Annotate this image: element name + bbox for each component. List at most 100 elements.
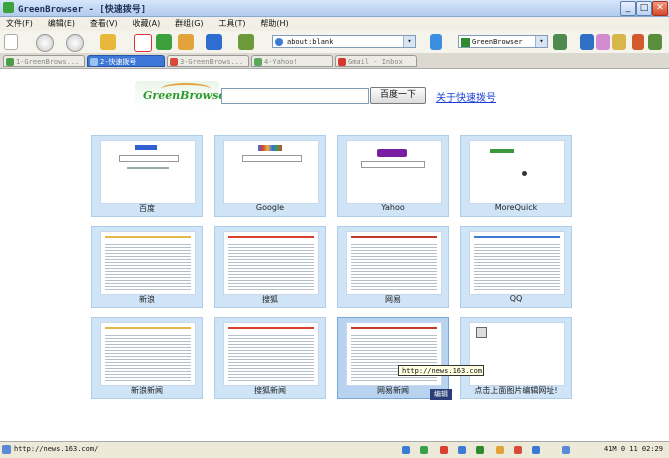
page-icon bbox=[275, 38, 283, 46]
address-value: about:blank bbox=[287, 38, 334, 46]
edit-tile-button[interactable]: 编辑 bbox=[430, 389, 452, 400]
thumb-line bbox=[351, 236, 437, 238]
tab-3[interactable]: 3-GreenBrows... bbox=[167, 55, 249, 67]
highlight-icon[interactable] bbox=[580, 34, 594, 50]
search-dropdown-icon[interactable]: ▾ bbox=[535, 36, 547, 47]
search-engine-field[interactable]: GreenBrowser ▾ bbox=[458, 35, 548, 48]
tab-4[interactable]: 4-Yahoo! bbox=[251, 55, 333, 67]
tile-thumbnail bbox=[223, 231, 319, 295]
forward-icon[interactable] bbox=[66, 34, 84, 52]
tile-thumbnail bbox=[469, 322, 565, 386]
paw-icon[interactable] bbox=[596, 34, 610, 50]
minimize-button[interactable]: _ bbox=[620, 1, 636, 16]
speed-dial-tile-163-news[interactable]: 网易新闻 bbox=[337, 317, 449, 399]
group-icon[interactable] bbox=[238, 34, 254, 50]
undo-close-icon[interactable] bbox=[206, 34, 222, 50]
tab-2[interactable]: 2-快速拨号 bbox=[87, 55, 165, 67]
status-icon-1[interactable] bbox=[402, 446, 410, 454]
refresh-icon[interactable] bbox=[156, 34, 172, 50]
new-page-icon[interactable] bbox=[4, 34, 18, 50]
title-bar: GreenBrowser - [快速拨号] _ □ ✕ bbox=[0, 0, 669, 17]
maximize-button[interactable]: □ bbox=[636, 1, 652, 16]
status-icon-6[interactable] bbox=[496, 446, 504, 454]
thumb-text bbox=[105, 242, 191, 290]
menu-help[interactable]: 帮助(H) bbox=[260, 17, 288, 31]
speed-dial-tile-morequick[interactable]: MoreQuick bbox=[460, 135, 572, 217]
tile-label: QQ bbox=[509, 294, 523, 303]
zoom-icon[interactable] bbox=[562, 446, 570, 454]
search-button[interactable]: 百度一下 bbox=[370, 87, 426, 104]
menu-edit[interactable]: 编辑(E) bbox=[48, 17, 75, 31]
tile-thumbnail bbox=[346, 231, 442, 295]
tab-5[interactable]: Gmail - Inbox bbox=[335, 55, 417, 67]
status-clock: 41M 0 11 02:29 bbox=[603, 445, 663, 453]
speed-dial-tile-163[interactable]: 网易 bbox=[337, 226, 449, 308]
browser-window: GreenBrowser - [快速拨号] _ □ ✕ 文件(F) 编辑(E) … bbox=[0, 0, 669, 458]
pen-icon[interactable] bbox=[632, 34, 644, 50]
tile-label: 新浪新闻 bbox=[131, 386, 163, 395]
about-speed-dial-link[interactable]: 关于快速拨号 bbox=[436, 89, 496, 104]
status-icon-2[interactable] bbox=[420, 446, 428, 454]
thumb-line bbox=[228, 327, 314, 329]
tile-label: Yahoo bbox=[381, 203, 405, 212]
address-dropdown-icon[interactable]: ▾ bbox=[403, 36, 415, 47]
menu-favorites[interactable]: 收藏(A) bbox=[132, 17, 160, 31]
tab-favicon bbox=[170, 58, 178, 66]
home-icon[interactable] bbox=[178, 34, 194, 50]
address-field[interactable]: about:blank ▾ bbox=[272, 35, 416, 48]
speed-dial-tile-google[interactable]: Google bbox=[214, 135, 326, 217]
thumb-logo bbox=[490, 149, 514, 153]
speed-dial-tile-sina[interactable]: 新浪 bbox=[91, 226, 203, 308]
speed-dial-tile-sohu-news[interactable]: 搜狐新闻 bbox=[214, 317, 326, 399]
thumb-line bbox=[105, 236, 191, 238]
tab-label: 3-GreenBrows... bbox=[180, 58, 244, 66]
thumb-text bbox=[474, 242, 560, 290]
tile-label: MoreQuick bbox=[494, 203, 538, 212]
greenbrowser-logo: GreenBrowser bbox=[135, 81, 231, 107]
thumb-search bbox=[361, 161, 425, 168]
close-button[interactable]: ✕ bbox=[652, 1, 668, 16]
tab-favicon bbox=[90, 58, 98, 66]
up-folder-icon[interactable] bbox=[100, 34, 116, 50]
speed-dial-tile-sina-news[interactable]: 新浪新闻 bbox=[91, 317, 203, 399]
go-icon[interactable] bbox=[430, 34, 442, 50]
page-status-icon bbox=[2, 445, 11, 454]
menu-file[interactable]: 文件(F) bbox=[6, 17, 33, 31]
search-go-icon[interactable] bbox=[553, 34, 567, 50]
menu-group[interactable]: 群组(G) bbox=[175, 17, 203, 31]
menu-view[interactable]: 查看(V) bbox=[90, 17, 118, 31]
status-icon-4[interactable] bbox=[458, 446, 466, 454]
speed-dial-tile-yahoo[interactable]: Yahoo bbox=[337, 135, 449, 217]
status-icon-8[interactable] bbox=[532, 446, 540, 454]
logo-text: GreenBrowser bbox=[143, 89, 232, 102]
toolbar: about:blank ▾ GreenBrowser ▾ bbox=[0, 31, 669, 54]
status-icon-3[interactable] bbox=[440, 446, 448, 454]
folder-icon[interactable] bbox=[612, 34, 626, 50]
menu-tools[interactable]: 工具(T) bbox=[218, 17, 245, 31]
tile-label: 百度 bbox=[139, 204, 155, 213]
back-icon[interactable] bbox=[36, 34, 54, 52]
tile-thumbnail bbox=[469, 140, 565, 204]
stop-icon[interactable] bbox=[134, 34, 152, 52]
status-icon-7[interactable] bbox=[514, 446, 522, 454]
thumb-search bbox=[119, 155, 179, 162]
tab-label: 2-快速拨号 bbox=[100, 58, 137, 66]
speed-dial-tile-qq[interactable]: QQ bbox=[460, 226, 572, 308]
tab-bar: 1-GreenBrows... 2-快速拨号 3-GreenBrows... 4… bbox=[0, 53, 669, 69]
tile-thumbnail bbox=[223, 140, 319, 204]
thumb-text bbox=[228, 242, 314, 290]
tile-thumbnail bbox=[346, 140, 442, 204]
greenbrowser-app-icon bbox=[3, 2, 14, 13]
tab-1[interactable]: 1-GreenBrows... bbox=[3, 55, 85, 67]
status-icon-5[interactable] bbox=[476, 446, 484, 454]
search-input[interactable] bbox=[221, 88, 369, 104]
search-engine-icon bbox=[461, 38, 470, 47]
speed-dial-tile-baidu[interactable]: 百度 bbox=[91, 135, 203, 217]
speed-dial-tile-sohu[interactable]: 搜狐 bbox=[214, 226, 326, 308]
plugin-icon[interactable] bbox=[648, 34, 662, 50]
tile-thumbnail bbox=[100, 322, 196, 386]
thumb-text bbox=[351, 242, 437, 290]
tile-label: 搜狐 bbox=[262, 295, 278, 304]
speed-dial-tile-empty[interactable]: 点击上面图片编辑网址! bbox=[460, 317, 572, 399]
status-url: http://news.163.com/ bbox=[14, 445, 99, 453]
